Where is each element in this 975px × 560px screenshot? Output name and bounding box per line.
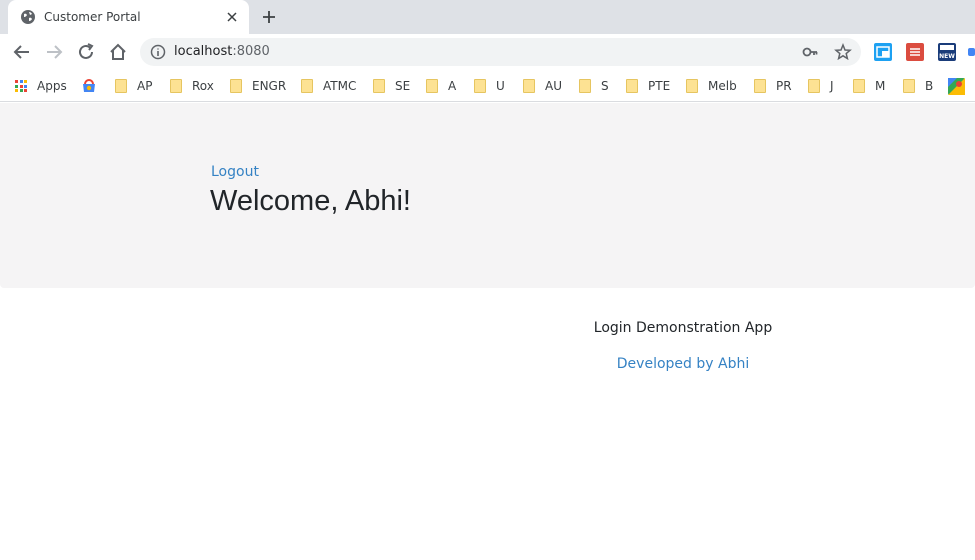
bookmark-label: AP bbox=[137, 79, 153, 93]
apps-grid-icon bbox=[15, 80, 27, 92]
close-tab-icon[interactable] bbox=[224, 9, 240, 25]
address-bar[interactable]: localhost:8080 bbox=[140, 38, 861, 66]
bookmark-folder-atmc[interactable]: ATMC bbox=[301, 76, 356, 96]
browser-toolbar: localhost:8080 bbox=[0, 34, 975, 70]
folder-icon bbox=[474, 79, 486, 93]
bookmark-folder-j[interactable]: J bbox=[808, 76, 834, 96]
star-icon[interactable] bbox=[834, 43, 852, 61]
bookmark-label: U bbox=[496, 79, 505, 93]
folder-icon bbox=[230, 79, 242, 93]
extension-partial-icon[interactable] bbox=[968, 48, 975, 56]
chrome-web-store-icon bbox=[83, 79, 95, 92]
bookmark-label: Rox bbox=[192, 79, 214, 93]
folder-icon bbox=[426, 79, 438, 93]
folder-icon bbox=[579, 79, 591, 93]
folder-icon bbox=[373, 79, 385, 93]
bookmark-label: Melb bbox=[708, 79, 737, 93]
google-maps-icon bbox=[948, 77, 965, 95]
home-icon[interactable] bbox=[107, 41, 129, 63]
bookmark-folder-se[interactable]: SE bbox=[373, 76, 410, 96]
tab-title: Customer Portal bbox=[44, 10, 141, 24]
back-arrow-icon[interactable] bbox=[11, 41, 33, 63]
welcome-jumbotron: Logout Welcome, Abhi! bbox=[0, 103, 975, 288]
extension-new-icon[interactable]: NEW bbox=[938, 43, 956, 61]
folder-icon bbox=[523, 79, 535, 93]
bookmark-label: ATMC bbox=[323, 79, 357, 93]
bookmark-folder-u[interactable]: U bbox=[474, 76, 505, 96]
folder-icon bbox=[301, 79, 313, 93]
url-host: localhost bbox=[174, 44, 233, 59]
logout-link[interactable]: Logout bbox=[211, 164, 259, 180]
footer-credit-link[interactable]: Developed by Abhi bbox=[0, 355, 975, 373]
tab-customer-portal[interactable]: Customer Portal bbox=[8, 0, 249, 34]
bookmark-label: A bbox=[448, 79, 457, 93]
bookmark-label: B bbox=[925, 79, 934, 93]
new-tab-plus-icon[interactable] bbox=[260, 8, 278, 26]
bookmark-label: SE bbox=[395, 79, 411, 93]
bookmark-label: AU bbox=[545, 79, 562, 93]
folder-icon bbox=[626, 79, 638, 93]
url-port: :8080 bbox=[232, 44, 270, 59]
bookmark-label: J bbox=[830, 79, 834, 93]
bookmark-folder-m[interactable]: M bbox=[853, 76, 885, 96]
folder-icon bbox=[170, 79, 182, 93]
globe-icon bbox=[21, 10, 35, 24]
bookmark-folder-b[interactable]: B bbox=[903, 76, 933, 96]
bookmark-folder-rox[interactable]: Rox bbox=[170, 76, 214, 96]
bookmark-maps[interactable] bbox=[948, 76, 965, 96]
folder-icon bbox=[754, 79, 766, 93]
bookmark-label: PR bbox=[776, 79, 792, 93]
bookmark-folder-pr[interactable]: PR bbox=[754, 76, 792, 96]
folder-icon bbox=[686, 79, 698, 93]
folder-icon bbox=[903, 79, 915, 93]
bookmarks-bar: Apps AP Rox ENGR ATMC SE A U AU S PTE Me… bbox=[0, 70, 975, 102]
url-text[interactable]: localhost:8080 bbox=[174, 43, 270, 61]
bookmark-folder-a[interactable]: A bbox=[426, 76, 456, 96]
folder-icon bbox=[853, 79, 865, 93]
bookmark-folder-ap[interactable]: AP bbox=[115, 76, 152, 96]
bookmark-label: S bbox=[601, 79, 609, 93]
extension-todoist-icon[interactable] bbox=[906, 43, 924, 61]
reload-icon[interactable] bbox=[75, 41, 97, 63]
bookmark-web-store[interactable] bbox=[81, 76, 97, 96]
bookmark-label: M bbox=[875, 79, 886, 93]
tab-strip: Customer Portal bbox=[0, 0, 975, 34]
bookmark-label: Apps bbox=[37, 79, 67, 93]
folder-icon bbox=[808, 79, 820, 93]
key-icon[interactable] bbox=[802, 44, 818, 60]
bookmark-folder-pte[interactable]: PTE bbox=[626, 76, 670, 96]
folder-icon bbox=[115, 79, 127, 93]
welcome-heading: Welcome, Abhi! bbox=[210, 185, 411, 217]
bookmark-folder-melb[interactable]: Melb bbox=[686, 76, 737, 96]
info-icon[interactable] bbox=[150, 44, 166, 60]
forward-arrow-icon[interactable] bbox=[43, 41, 65, 63]
extension-screenshot-icon[interactable] bbox=[874, 43, 892, 61]
bookmark-label: ENGR bbox=[252, 79, 287, 93]
footer-app-name: Login Demonstration App bbox=[593, 320, 773, 336]
bookmark-label: PTE bbox=[648, 79, 671, 93]
bookmark-folder-s[interactable]: S bbox=[579, 76, 609, 96]
bookmark-folder-engr[interactable]: ENGR bbox=[230, 76, 286, 96]
bookmark-apps[interactable]: Apps bbox=[15, 76, 67, 96]
bookmark-folder-au[interactable]: AU bbox=[523, 76, 562, 96]
extension-new-label: NEW bbox=[939, 53, 955, 60]
